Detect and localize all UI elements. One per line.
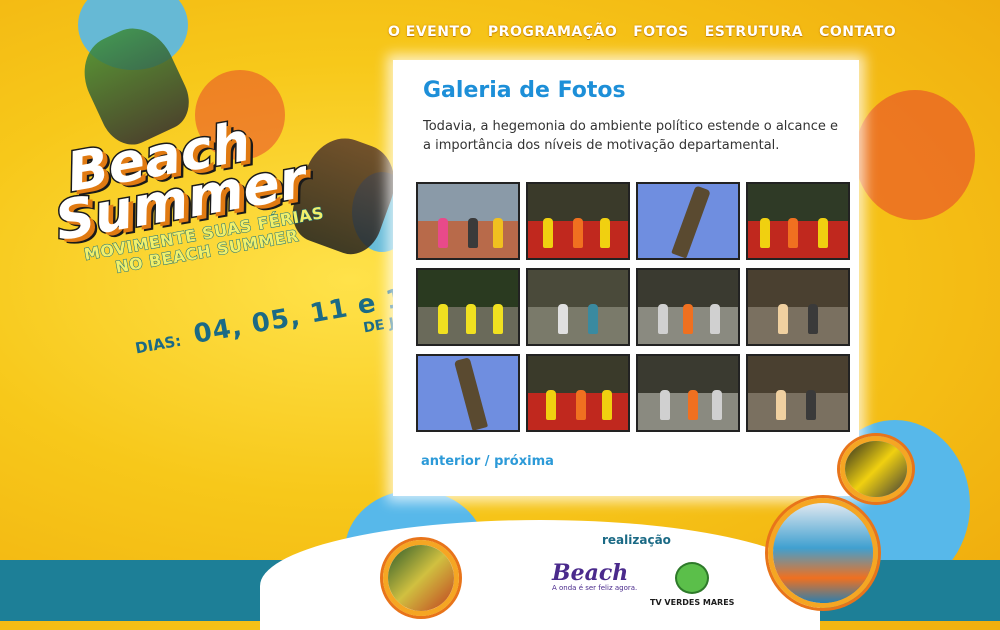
nav-item-fotos[interactable]: FOTOS [633, 24, 689, 40]
pager-separator: / [480, 454, 495, 469]
photo-thumbnail[interactable] [746, 354, 850, 432]
photo-thumbnail[interactable] [416, 268, 520, 346]
page-title: Galeria de Fotos [423, 78, 626, 103]
photo-thumbnail[interactable] [526, 354, 630, 432]
footer-circle-photo-right-large [768, 498, 878, 608]
photo-thumbnail[interactable] [636, 182, 740, 260]
dates-label: DIAS: [133, 331, 183, 358]
sponsor1-name: Beach [552, 560, 629, 586]
gallery-pager: anterior / próxima [421, 454, 554, 469]
nav-item-o-evento[interactable]: O EVENTO [388, 24, 472, 40]
content-panel: Galeria de Fotos Todavia, a hegemonia do… [393, 60, 859, 496]
nav-item-programacao[interactable]: PROGRAMAÇÃO [488, 24, 617, 40]
photo-thumbnail[interactable] [416, 354, 520, 432]
photo-thumbnail[interactable] [526, 182, 630, 260]
nav-item-estrutura[interactable]: ESTRUTURA [705, 24, 803, 40]
sponsor2-name: TV VERDES MARES [650, 598, 735, 607]
photo-thumbnail[interactable] [416, 182, 520, 260]
sponsor-tv-verdes-mares-logo[interactable]: TV VERDES MARES [650, 562, 734, 607]
photo-thumbnail[interactable] [746, 268, 850, 346]
gallery-description: Todavia, a hegemonia do ambiente polític… [423, 119, 839, 153]
photo-thumbnail[interactable] [526, 268, 630, 346]
footer-circle-photo-right-small [840, 436, 912, 502]
footer-circle-photo-left [383, 540, 459, 616]
event-dates: DIAS: 04, 05, 11 e 12 DE JULHO [132, 280, 439, 376]
photo-grid [416, 182, 850, 432]
mascot-icon [675, 562, 710, 594]
photo-thumbnail[interactable] [746, 182, 850, 260]
nav-item-contato[interactable]: CONTATO [819, 24, 896, 40]
photo-thumbnail[interactable] [636, 354, 740, 432]
pager-next-link[interactable]: próxima [494, 454, 554, 469]
photo-thumbnail[interactable] [636, 268, 740, 346]
sponsor-beach-park-logo[interactable]: Beach A onda é ser feliz agora. [552, 560, 637, 592]
sponsor1-slogan: A onda é ser feliz agora. [552, 584, 638, 592]
realizacao-label: realização [602, 533, 671, 547]
decor-flower-red-right [855, 90, 975, 220]
footer-wave [260, 520, 820, 630]
main-nav: O EVENTO PROGRAMAÇÃO FOTOS ESTRUTURA CON… [388, 24, 896, 40]
pager-previous-link[interactable]: anterior [421, 454, 480, 469]
